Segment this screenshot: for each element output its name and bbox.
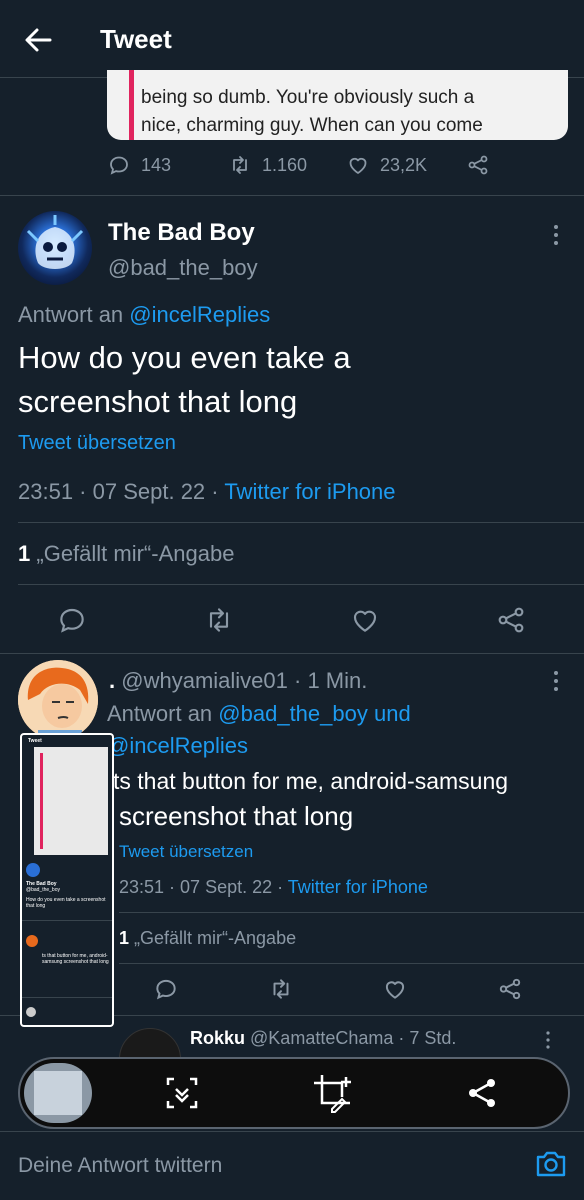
camera-icon[interactable] — [534, 1147, 568, 1181]
tweet-date: 07 Sept. 22 — [92, 479, 206, 504]
tweet-text-line: screenshot that long — [119, 801, 354, 831]
likes-count: 1 — [18, 541, 31, 566]
retweet-icon[interactable] — [203, 604, 235, 636]
quoted-image-line: being so dumb. You're obviously such a — [141, 87, 475, 108]
mention-link[interactable]: @bad_the_boy — [218, 701, 368, 726]
more-options-icon[interactable] — [540, 1030, 556, 1050]
quoted-image-text: being so dumb. You're obviously such a n… — [141, 84, 483, 140]
thumbnail-title: Tweet — [28, 738, 42, 744]
screenshot-preview-thumbnail[interactable]: Tweet The Bad Boy @bad_the_boy How do yo… — [20, 733, 114, 1027]
tweet-text-line: screenshot that long — [18, 384, 298, 419]
divider — [18, 522, 584, 523]
share-icon[interactable] — [460, 1071, 504, 1115]
retweet-count-button[interactable]: 1.160 — [228, 153, 307, 177]
back-arrow-icon[interactable] — [18, 20, 58, 60]
quote-bar — [129, 70, 134, 140]
scroll-capture-icon[interactable] — [160, 1071, 204, 1115]
thumbnail-avatar — [26, 935, 38, 947]
toolbar-preview[interactable] — [24, 1063, 92, 1123]
reply-icon[interactable] — [153, 976, 179, 1002]
tweet-text-line: How do you even take a — [18, 340, 351, 375]
page-title: Tweet — [100, 24, 172, 54]
author-name[interactable]: . — [109, 668, 115, 693]
reply-input[interactable]: Deine Antwort twittern — [18, 1154, 222, 1178]
crop-edit-icon[interactable] — [310, 1071, 354, 1115]
likes-summary[interactable]: 1 „Gefällt mir“-Angabe — [119, 928, 296, 949]
likes-count: 1 — [119, 928, 130, 948]
mention-link[interactable]: @incelReplies — [129, 302, 270, 327]
heart-icon[interactable] — [349, 604, 381, 636]
reply-prefix: Antwort an — [107, 701, 213, 726]
top-app-bar — [0, 0, 584, 78]
quoted-screenshot-image[interactable]: being so dumb. You're obviously such a n… — [107, 70, 568, 140]
more-options-icon[interactable] — [546, 668, 566, 694]
tweet-text: How do you even take a screenshot that l… — [18, 336, 558, 424]
screenshot-toolbar — [18, 1057, 570, 1129]
thumbnail-text: How do you even take a screenshot that l… — [26, 897, 106, 909]
share-button[interactable] — [466, 153, 490, 177]
author-handle[interactable]: @whyamialive01 — [121, 668, 288, 693]
divider — [18, 584, 584, 585]
author-name[interactable]: The Bad Boy — [108, 219, 255, 247]
quoted-image-line: nice, charming guy. When can you come — [141, 115, 483, 136]
more-options-icon[interactable] — [546, 222, 566, 248]
translate-link[interactable]: Tweet übersetzen — [119, 842, 253, 862]
tweet-meta: 23:51 · 07 Sept. 22 · Twitter for iPhone — [18, 479, 396, 504]
tweet-meta: 23:51 · 07 Sept. 22 · Twitter for iPhone — [119, 877, 428, 897]
divider — [119, 963, 584, 964]
reply-and: und — [374, 701, 411, 726]
reply-count: 143 — [141, 154, 172, 175]
like-count-button[interactable]: 23,2K — [346, 153, 427, 177]
likes-summary[interactable]: 1 „Gefällt mir“-Angabe — [18, 541, 234, 567]
thumbnail-reply-text: ts that button for me, android-samsung s… — [42, 953, 109, 965]
avatar[interactable] — [18, 211, 92, 285]
like-count: 23,2K — [380, 154, 428, 175]
likes-label: „Gefällt mir“-Angabe — [36, 541, 235, 566]
reply-author-line: . @whyamialive01 · 1 Min. — [109, 668, 368, 693]
mention-link[interactable]: @incelReplies — [107, 733, 248, 759]
likes-label: „Gefällt mir“-Angabe — [134, 928, 297, 948]
avatar[interactable] — [18, 660, 98, 740]
heart-icon — [346, 153, 370, 177]
thumbnail-avatar — [26, 863, 40, 877]
reply-count-button[interactable]: 143 — [107, 153, 171, 177]
divider — [0, 653, 584, 654]
translate-link[interactable]: Tweet übersetzen — [18, 432, 176, 455]
thumbnail-handle: @bad_the_boy — [26, 887, 60, 893]
reply-context: Antwort an @bad_the_boy und — [107, 701, 411, 727]
next-tweet-author-line: Rokku @KamatteChama · 7 Std. — [190, 1028, 457, 1048]
tweet-time: 23:51 — [119, 877, 165, 897]
heart-icon[interactable] — [382, 976, 408, 1002]
retweet-count: 1.160 — [262, 154, 308, 175]
tweet-age: 1 Min. — [307, 668, 368, 693]
reply-prefix: Antwort an — [18, 302, 124, 327]
author-handle[interactable]: @bad_the_boy — [108, 255, 258, 281]
retweet-icon — [228, 153, 252, 177]
tweet-source-link[interactable]: Twitter for iPhone — [224, 479, 395, 504]
reply-icon — [107, 153, 131, 177]
divider — [119, 912, 584, 913]
author-handle[interactable]: @KamatteChama — [250, 1028, 393, 1048]
retweet-icon[interactable] — [268, 976, 294, 1002]
thumbnail-quoted-image — [34, 747, 108, 855]
tweet-text-line: ts that button for me, android-samsung — [113, 768, 509, 794]
tweet-date: 07 Sept. 22 — [180, 877, 273, 897]
reply-icon[interactable] — [56, 604, 88, 636]
tweet-source-link[interactable]: Twitter for iPhone — [288, 877, 428, 897]
share-icon[interactable] — [497, 976, 523, 1002]
author-name[interactable]: Rokku — [190, 1028, 245, 1048]
tweet-age: 7 Std. — [409, 1028, 457, 1048]
tweet-time: 23:51 — [18, 479, 74, 504]
share-icon[interactable] — [495, 604, 527, 636]
divider — [0, 195, 584, 196]
share-icon — [466, 153, 490, 177]
reply-context: Antwort an @incelReplies — [18, 302, 270, 328]
